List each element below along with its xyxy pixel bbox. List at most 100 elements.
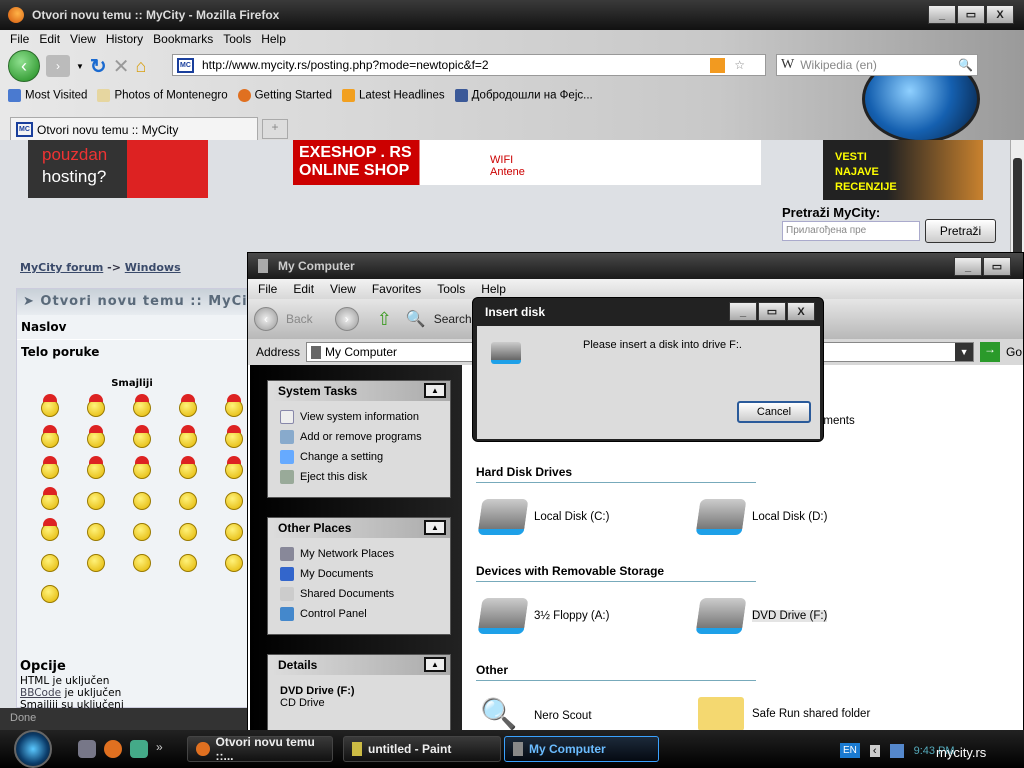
new-tab-button[interactable]: + bbox=[262, 119, 288, 139]
go-button[interactable]: → bbox=[980, 342, 1001, 362]
bookmark-getting-started[interactable]: Getting Started bbox=[237, 89, 332, 102]
search-input[interactable]: Wikipedia (en) bbox=[800, 58, 877, 72]
site-search-button[interactable]: Pretraži bbox=[925, 219, 996, 243]
quicklaunch-more-chevron[interactable]: » bbox=[156, 740, 174, 758]
minimize-button[interactable]: _ bbox=[729, 302, 757, 321]
smiley-icon[interactable] bbox=[133, 456, 151, 479]
drive-local-disk-c[interactable]: Local Disk (C:) bbox=[477, 499, 609, 535]
menu-view[interactable]: View bbox=[330, 282, 356, 296]
smiley-icon[interactable] bbox=[41, 456, 59, 479]
tray-expand-button[interactable]: ‹ bbox=[869, 744, 880, 757]
menu-edit[interactable]: Edit bbox=[293, 282, 314, 296]
place-my-network-places[interactable]: My Network Places bbox=[268, 544, 450, 564]
bookmark-facebook[interactable]: Добродошли на Фејс... bbox=[454, 89, 593, 102]
history-dropdown-icon[interactable]: ▼ bbox=[76, 62, 84, 71]
maximize-button[interactable]: ▭ bbox=[983, 257, 1011, 276]
place-control-panel[interactable]: Control Panel bbox=[268, 604, 450, 624]
back-button[interactable]: ‹ bbox=[8, 50, 40, 82]
smiley-icon[interactable] bbox=[41, 394, 59, 417]
search-icon[interactable]: 🔍 bbox=[958, 58, 973, 72]
task-my-computer[interactable]: My Computer bbox=[504, 736, 659, 762]
close-button[interactable]: X bbox=[787, 302, 815, 321]
smiley-icon[interactable] bbox=[87, 456, 105, 479]
smiley-icon[interactable] bbox=[87, 523, 105, 541]
bookmark-star-icon[interactable]: ☆ bbox=[734, 58, 745, 72]
quicklaunch-app-icon[interactable] bbox=[78, 740, 96, 758]
breadcrumb-home-link[interactable]: MyCity forum bbox=[20, 261, 103, 274]
reviews-ad-banner[interactable]: VESTI NAJAVE RECENZIJE bbox=[823, 140, 983, 200]
collapse-button[interactable]: ▲ bbox=[424, 657, 446, 672]
smiley-icon[interactable] bbox=[41, 518, 59, 541]
smiley-icon[interactable] bbox=[87, 394, 105, 417]
smiley-icon[interactable] bbox=[133, 425, 151, 448]
smiley-icon[interactable] bbox=[179, 523, 197, 541]
smiley-icon[interactable] bbox=[225, 456, 243, 479]
rss-icon[interactable] bbox=[710, 57, 725, 73]
reload-icon[interactable]: ↻ bbox=[90, 54, 107, 79]
site-search-input[interactable]: Прилагођена пре bbox=[782, 221, 920, 241]
menu-history[interactable]: History bbox=[106, 32, 143, 46]
smiley-icon[interactable] bbox=[179, 394, 197, 417]
smiley-icon[interactable] bbox=[133, 394, 151, 417]
menu-tools[interactable]: Tools bbox=[437, 282, 465, 296]
place-my-documents[interactable]: My Documents bbox=[268, 564, 450, 584]
forward-button[interactable]: › bbox=[46, 55, 70, 77]
home-icon[interactable]: ⌂ bbox=[135, 56, 146, 77]
collapse-button[interactable]: ▲ bbox=[424, 520, 446, 535]
url-text[interactable]: http://www.mycity.rs/posting.php?mode=ne… bbox=[202, 58, 489, 72]
menu-favorites[interactable]: Favorites bbox=[372, 282, 421, 296]
exeshop-ad-banner[interactable]: EXESHOP . RS ONLINE SHOP WIFI Antene bbox=[293, 140, 761, 185]
menu-help[interactable]: Help bbox=[481, 282, 506, 296]
place-shared-documents[interactable]: Shared Documents bbox=[268, 584, 450, 604]
firefox-icon[interactable] bbox=[104, 740, 122, 758]
hosting-ad-banner[interactable]: pouzdan hosting? bbox=[28, 140, 208, 198]
item-safe-run-folder[interactable]: Safe Run shared folder bbox=[698, 697, 870, 731]
smiley-icon[interactable] bbox=[225, 394, 243, 417]
task-eject-disk[interactable]: Eject this disk bbox=[268, 467, 450, 487]
forward-arrow-icon[interactable]: › bbox=[334, 307, 359, 331]
breadcrumb-windows-link[interactable]: Windows bbox=[125, 261, 181, 274]
task-firefox[interactable]: Otvori novu temu ::... bbox=[187, 735, 333, 763]
back-arrow-icon[interactable]: ‹ bbox=[254, 307, 278, 331]
smiley-icon[interactable] bbox=[41, 487, 59, 510]
task-change-setting[interactable]: Change a setting bbox=[268, 447, 450, 467]
bookmark-most-visited[interactable]: Most Visited bbox=[8, 89, 87, 102]
back-button[interactable]: Back bbox=[286, 312, 313, 326]
quicklaunch-app2-icon[interactable] bbox=[130, 740, 148, 758]
wikipedia-icon[interactable]: W bbox=[781, 57, 794, 73]
task-view-system-information[interactable]: View system information bbox=[268, 407, 450, 427]
smiley-icon[interactable] bbox=[133, 523, 151, 541]
smiley-icon[interactable] bbox=[41, 585, 59, 603]
menu-tools[interactable]: Tools bbox=[223, 32, 251, 46]
smiley-icon[interactable] bbox=[133, 492, 151, 510]
menu-edit[interactable]: Edit bbox=[39, 32, 60, 46]
close-button[interactable]: X bbox=[986, 5, 1014, 24]
bookmark-photos-of-montenegro[interactable]: Photos of Montenegro bbox=[97, 89, 228, 102]
minimize-button[interactable]: _ bbox=[928, 5, 956, 24]
up-folder-icon[interactable]: ⇧ bbox=[377, 309, 392, 330]
network-icon[interactable] bbox=[889, 743, 904, 758]
smiley-icon[interactable] bbox=[225, 492, 243, 510]
smiley-icon[interactable] bbox=[87, 554, 105, 572]
smiley-icon[interactable] bbox=[133, 554, 151, 572]
menu-help[interactable]: Help bbox=[261, 32, 286, 46]
smiley-icon[interactable] bbox=[225, 425, 243, 448]
menu-file[interactable]: File bbox=[10, 32, 29, 46]
start-button[interactable] bbox=[14, 730, 52, 768]
tab-mycity[interactable]: MC Otvori novu temu :: MyCity bbox=[10, 117, 258, 141]
search-icon[interactable]: 🔍 bbox=[406, 309, 426, 329]
drive-floppy-a[interactable]: 3½ Floppy (A:) bbox=[477, 598, 609, 634]
search-bar[interactable]: W Wikipedia (en) 🔍 bbox=[776, 54, 978, 76]
collapse-button[interactable]: ▲ bbox=[424, 383, 446, 398]
maximize-button[interactable]: ▭ bbox=[957, 5, 985, 24]
bbcode-link[interactable]: BBCode bbox=[20, 687, 61, 699]
cancel-button[interactable]: Cancel bbox=[737, 401, 811, 423]
smiley-icon[interactable] bbox=[179, 554, 197, 572]
smiley-icon[interactable] bbox=[225, 554, 243, 572]
smiley-icon[interactable] bbox=[225, 523, 243, 541]
bookmark-latest-headlines[interactable]: Latest Headlines bbox=[341, 89, 445, 102]
stop-icon[interactable]: ✕ bbox=[113, 54, 130, 79]
search-button[interactable]: Search bbox=[434, 312, 472, 326]
drive-local-disk-d[interactable]: Local Disk (D:) bbox=[695, 499, 827, 535]
url-bar[interactable]: MC http://www.mycity.rs/posting.php?mode… bbox=[172, 54, 766, 76]
